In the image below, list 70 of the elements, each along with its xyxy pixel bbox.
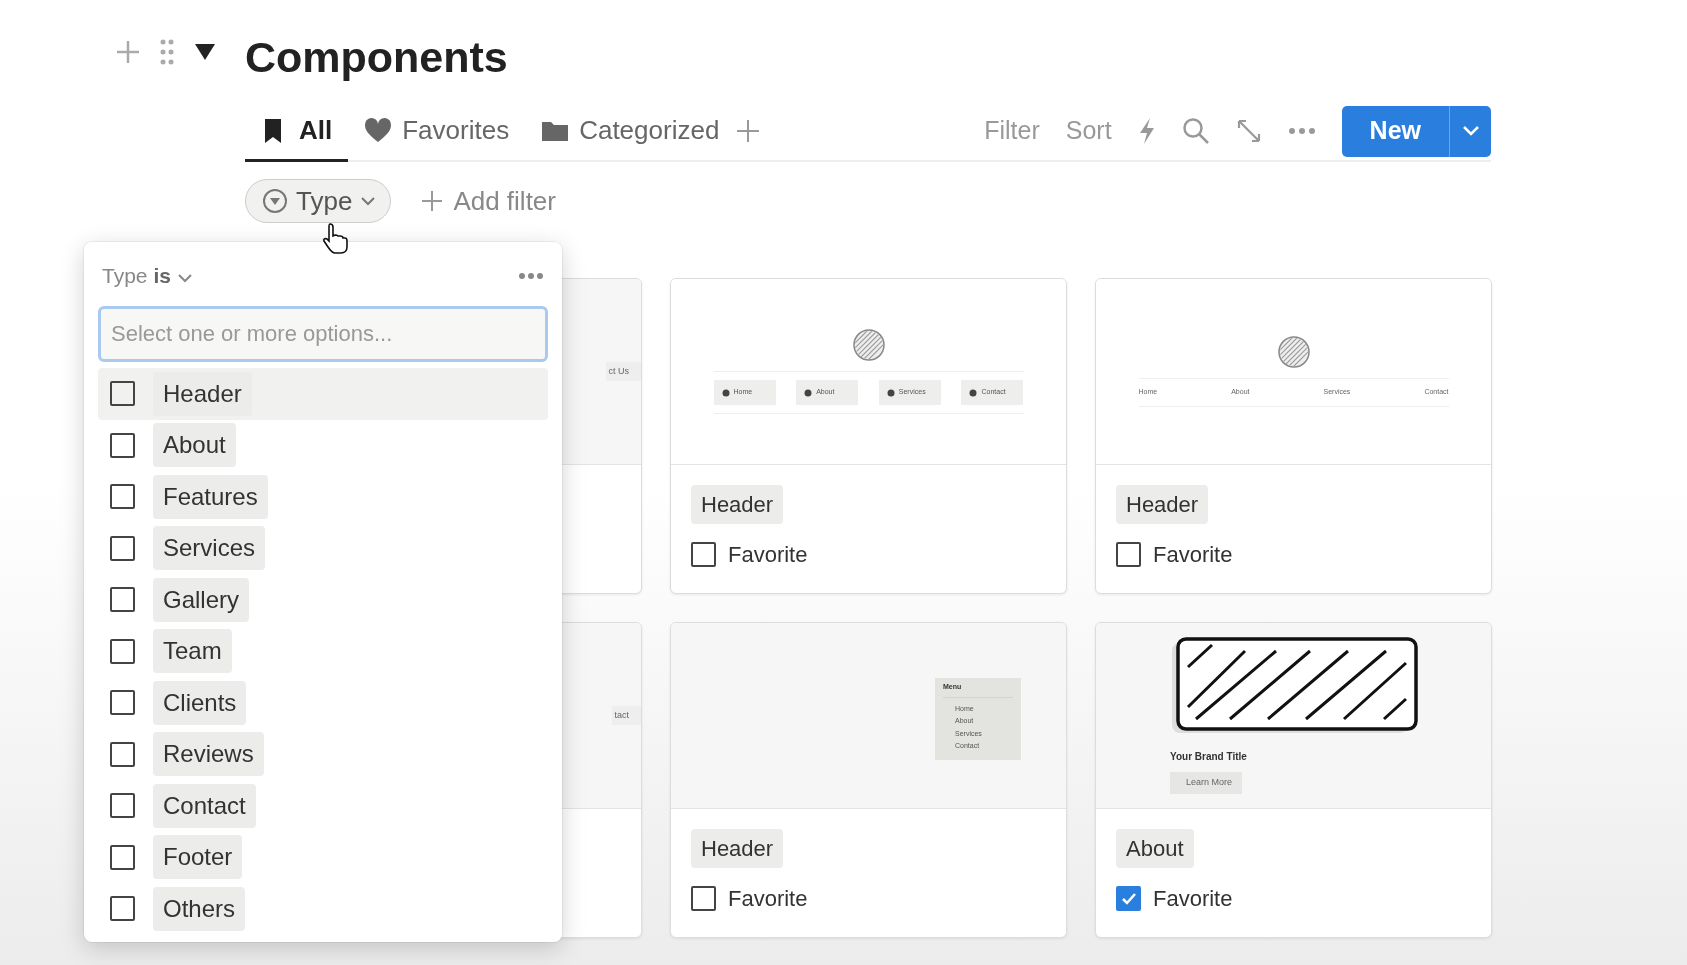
option-tag[interactable]: Clients <box>153 680 247 725</box>
option-checkbox[interactable] <box>110 896 135 922</box>
logo-placeholder-icon <box>852 329 885 362</box>
type-tag: Header <box>691 485 784 524</box>
option-checkbox[interactable] <box>110 690 135 716</box>
new-options-button[interactable] <box>1449 105 1491 157</box>
nav-item-icon <box>969 388 978 397</box>
favorite-checkbox[interactable] <box>691 542 716 567</box>
add-filter-button[interactable]: Add filter <box>415 180 562 222</box>
type-tag: About <box>1116 829 1194 868</box>
chevron-down-icon <box>360 196 377 206</box>
option-tag[interactable]: Features <box>153 474 268 519</box>
plus-icon <box>421 190 444 212</box>
option-checkbox[interactable] <box>110 432 135 458</box>
more-icon[interactable] <box>518 272 544 280</box>
image-placeholder-icon <box>1170 637 1418 735</box>
favorite-checkbox[interactable] <box>1116 542 1141 567</box>
option-tag[interactable]: Header <box>153 371 252 416</box>
option-checkbox[interactable] <box>110 535 135 561</box>
option-tag[interactable]: Services <box>153 526 266 571</box>
page-title: Components <box>245 32 508 84</box>
drag-handle-icon[interactable] <box>159 38 175 66</box>
favorite-checkbox[interactable] <box>1116 886 1141 911</box>
nav-item-icon <box>721 388 730 397</box>
type-tag: Header <box>1116 485 1209 524</box>
option-checkbox[interactable] <box>110 381 135 407</box>
option-tag[interactable]: Contact <box>153 783 256 828</box>
option-checkbox[interactable] <box>110 741 135 767</box>
option-checkbox[interactable] <box>110 844 135 870</box>
preview-nav-item: tact <box>612 705 641 726</box>
favorite-label: Favorite <box>1153 885 1233 913</box>
expand-icon[interactable] <box>1235 118 1262 144</box>
favorite-label: Favorite <box>728 541 808 569</box>
logo-placeholder-icon <box>1277 336 1310 369</box>
lightning-icon[interactable] <box>1137 117 1156 145</box>
gallery-card[interactable]: Your Brand Title Learn More About Favorite <box>1095 622 1492 938</box>
preview-link-button: Learn More <box>1170 772 1243 794</box>
option-tag[interactable]: Team <box>153 629 232 674</box>
chevron-down-icon <box>1461 125 1480 137</box>
add-view-icon[interactable] <box>735 118 762 144</box>
option-tag[interactable]: Reviews <box>153 732 264 777</box>
option-checkbox[interactable] <box>110 587 135 613</box>
tab[interactable]: Categorized <box>525 102 736 162</box>
favorite-label: Favorite <box>728 885 808 913</box>
search-icon[interactable] <box>1181 117 1210 145</box>
option-checkbox[interactable] <box>110 484 135 510</box>
more-icon[interactable] <box>1287 127 1316 135</box>
filter-icon <box>262 188 288 214</box>
option-tag[interactable]: Footer <box>153 835 243 880</box>
preview-nav-item: ct Us <box>606 361 641 382</box>
search-field[interactable]: Select one or more options... <box>98 306 548 362</box>
check-icon <box>1120 891 1137 906</box>
new-button[interactable]: New <box>1341 105 1449 157</box>
favorite-checkbox[interactable] <box>691 886 716 911</box>
option-tag[interactable]: Gallery <box>153 577 250 622</box>
option-checkbox[interactable] <box>110 793 135 819</box>
option-tag[interactable]: Others <box>153 886 246 931</box>
type-tag: Header <box>691 829 784 868</box>
option-checkbox[interactable] <box>110 638 135 664</box>
tab[interactable]: Favorites <box>348 102 526 162</box>
heart-icon <box>364 117 393 144</box>
favorite-label: Favorite <box>1153 541 1233 569</box>
tab[interactable]: All <box>245 102 349 162</box>
nav-item-icon <box>886 388 895 397</box>
chevron-down-icon <box>176 272 193 283</box>
filter-condition-button[interactable]: Type is <box>102 260 193 292</box>
filter-chip[interactable]: Type <box>245 179 392 223</box>
preview-title: Your Brand Title <box>1170 750 1247 764</box>
nav-item-icon <box>804 388 813 397</box>
option-tag[interactable]: About <box>153 423 236 468</box>
